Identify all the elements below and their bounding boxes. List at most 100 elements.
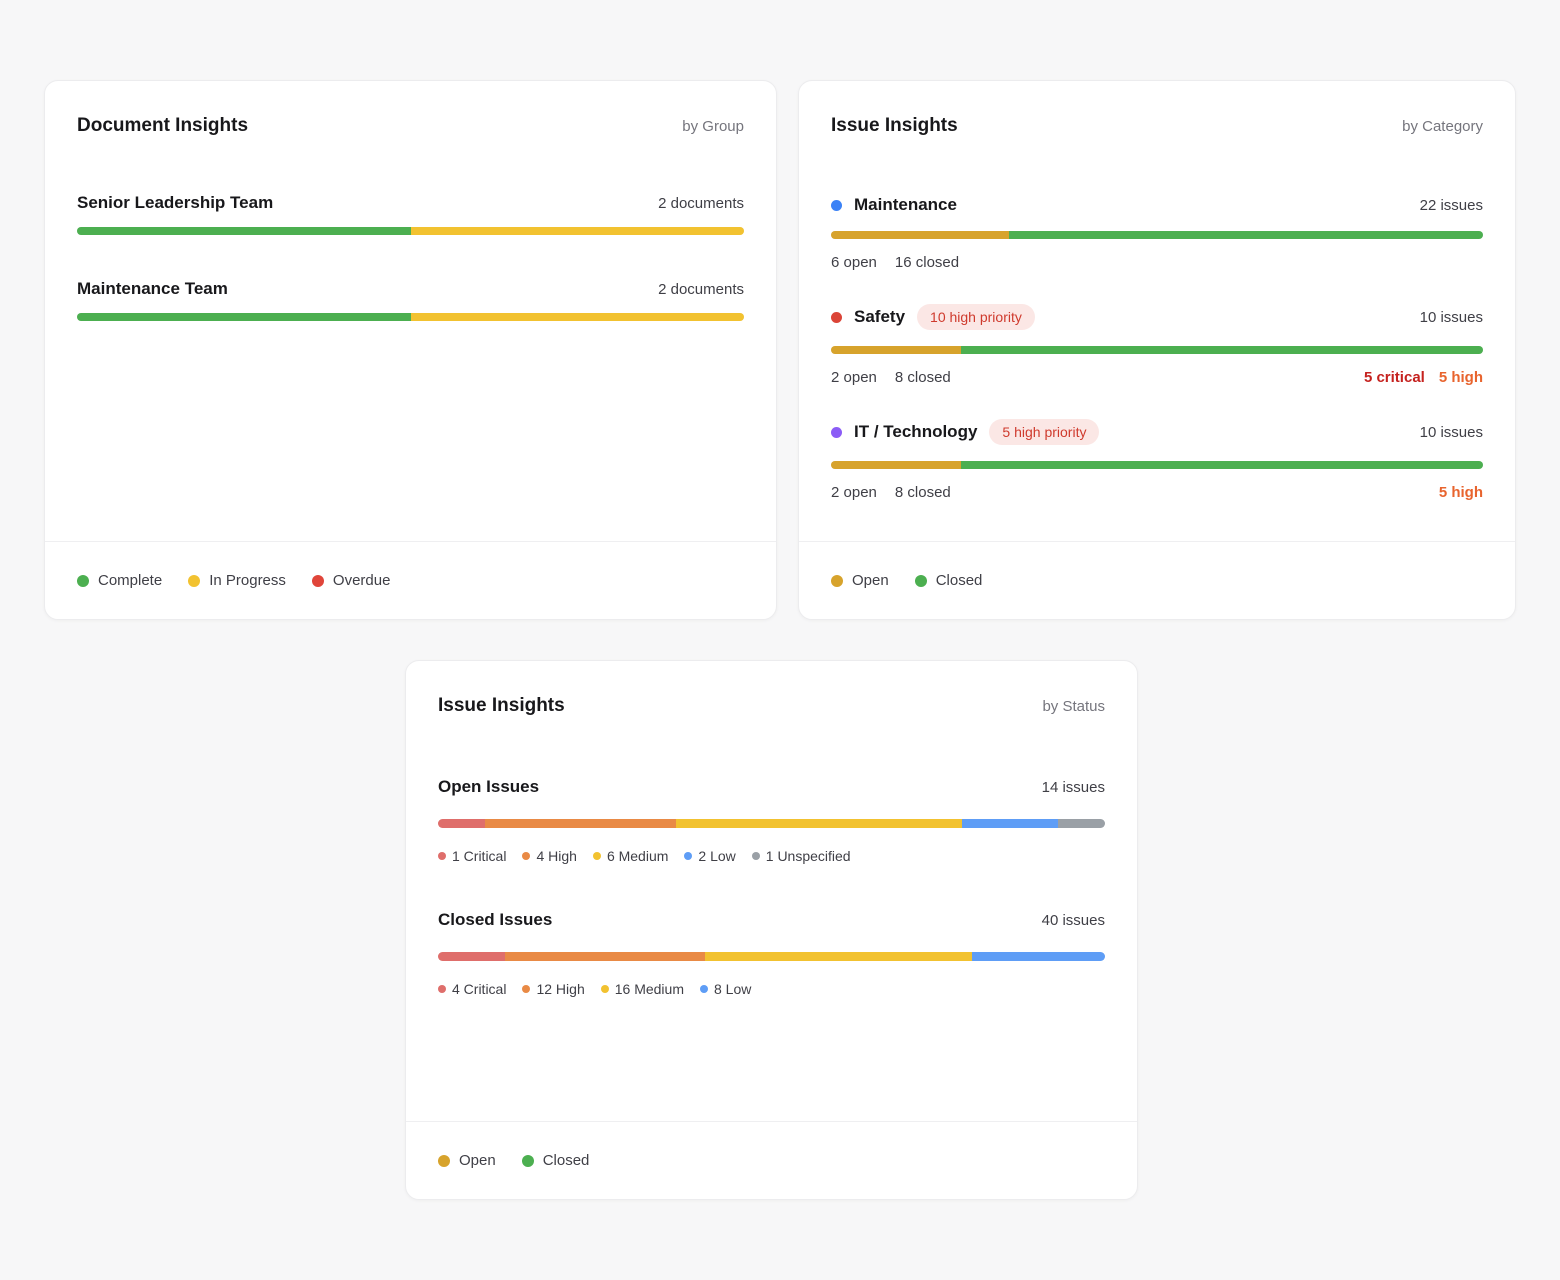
card-subtitle: by Group — [682, 118, 744, 135]
category-dot-icon — [831, 427, 842, 438]
issue-count: 40 issues — [1042, 912, 1105, 929]
legend-label: Complete — [98, 572, 162, 589]
issue-status-bar — [831, 231, 1483, 239]
high-priority-badge: 10 high priority — [917, 304, 1035, 330]
legend-item: Open — [438, 1152, 496, 1169]
legend-item: Closed — [915, 572, 983, 589]
document-progress-bar — [77, 313, 744, 321]
row-header: Open Issues 14 issues — [438, 777, 1105, 797]
issue-count: 10 issues — [1420, 424, 1483, 441]
card-content: Maintenance 22 issues 6 open 16 closed S… — [799, 137, 1515, 541]
bar-segment — [1009, 231, 1483, 239]
row-stats: 2 open 8 closed 5 critical 5 high — [831, 367, 1483, 387]
document-count: 2 documents — [658, 195, 744, 212]
section-title: Open Issues — [438, 777, 539, 797]
severity-stats: 5 high — [1439, 484, 1483, 501]
group-name: Senior Leadership Team — [77, 193, 273, 213]
high-dot-icon — [522, 985, 530, 993]
legend-label: 12 High — [536, 981, 584, 997]
legend-item: 12 High — [522, 981, 584, 997]
legend-label: 4 Critical — [452, 981, 506, 997]
bar-segment — [961, 461, 1483, 469]
closed-dot-icon — [522, 1155, 534, 1167]
bar-segment — [962, 819, 1057, 828]
open-count: 2 open — [831, 484, 877, 501]
closed-issues-section: Closed Issues 40 issues 4 Critical 12 Hi… — [438, 910, 1105, 997]
issue-status-bar — [831, 346, 1483, 354]
legend-label: 1 Unspecified — [766, 848, 851, 864]
issue-insights-category-card: Issue Insights by Category Maintenance 2… — [798, 80, 1516, 620]
group-name: Maintenance Team — [77, 279, 228, 299]
bar-segment — [831, 231, 1009, 239]
legend-label: Closed — [543, 1152, 590, 1169]
high-count: 5 high — [1439, 484, 1483, 501]
bar-segment — [705, 952, 972, 961]
bar-segment — [505, 952, 705, 961]
legend-item: In Progress — [188, 572, 286, 589]
row-header: Closed Issues 40 issues — [438, 910, 1105, 930]
document-progress-bar — [77, 227, 744, 235]
document-count: 2 documents — [658, 281, 744, 298]
bar-segment — [411, 313, 745, 321]
document-group-row: Senior Leadership Team 2 documents — [77, 193, 744, 235]
card-title: Issue Insights — [831, 115, 958, 137]
closed-dot-icon — [915, 575, 927, 587]
open-count: 6 open — [831, 254, 877, 271]
open-issues-section: Open Issues 14 issues 1 Critical 4 High … — [438, 777, 1105, 864]
bar-segment — [485, 819, 676, 828]
category-row: IT / Technology 5 high priority 10 issue… — [831, 419, 1483, 502]
card-subtitle: by Status — [1042, 698, 1105, 715]
card-title: Document Insights — [77, 115, 248, 137]
bar-segment — [1058, 819, 1105, 828]
unspecified-dot-icon — [752, 852, 760, 860]
issue-count: 10 issues — [1420, 309, 1483, 326]
open-dot-icon — [438, 1155, 450, 1167]
open-count: 2 open — [831, 369, 877, 386]
overdue-dot-icon — [312, 575, 324, 587]
legend-item: Complete — [77, 572, 162, 589]
low-dot-icon — [700, 985, 708, 993]
closed-count: 16 closed — [895, 254, 959, 271]
card-legend: Open Closed — [406, 1121, 1137, 1199]
card-subtitle: by Category — [1402, 118, 1483, 135]
low-dot-icon — [684, 852, 692, 860]
legend-item: 8 Low — [700, 981, 751, 997]
legend-label: Overdue — [333, 572, 391, 589]
legend-item: 1 Critical — [438, 848, 506, 864]
legend-label: 16 Medium — [615, 981, 684, 997]
legend-label: Closed — [936, 572, 983, 589]
medium-dot-icon — [601, 985, 609, 993]
severity-legend: 4 Critical 12 High 16 Medium 8 Low — [438, 981, 1105, 997]
complete-dot-icon — [77, 575, 89, 587]
card-header: Issue Insights by Category — [799, 81, 1515, 137]
issue-status-bar — [831, 461, 1483, 469]
document-group-row: Maintenance Team 2 documents — [77, 279, 744, 321]
legend-label: In Progress — [209, 572, 286, 589]
card-header: Document Insights by Group — [45, 81, 776, 137]
in-progress-dot-icon — [188, 575, 200, 587]
critical-count: 5 critical — [1364, 369, 1425, 386]
bar-segment — [972, 952, 1105, 961]
category-dot-icon — [831, 312, 842, 323]
severity-stats: 5 critical 5 high — [1364, 369, 1483, 386]
legend-item: Closed — [522, 1152, 590, 1169]
card-title: Issue Insights — [438, 695, 565, 717]
issue-insights-status-card: Issue Insights by Status Open Issues 14 … — [405, 660, 1138, 1200]
category-name: IT / Technology — [854, 422, 977, 442]
bar-segment — [831, 461, 961, 469]
issue-count: 14 issues — [1042, 779, 1105, 796]
section-title: Closed Issues — [438, 910, 552, 930]
row-header: Maintenance 22 issues — [831, 195, 1483, 215]
bar-segment — [411, 227, 745, 235]
legend-label: 6 Medium — [607, 848, 668, 864]
legend-label: 1 Critical — [452, 848, 506, 864]
critical-dot-icon — [438, 852, 446, 860]
bar-segment — [77, 313, 411, 321]
legend-label: 2 Low — [698, 848, 735, 864]
category-dot-icon — [831, 200, 842, 211]
severity-stacked-bar — [438, 952, 1105, 961]
legend-item: 6 Medium — [593, 848, 668, 864]
medium-dot-icon — [593, 852, 601, 860]
category-name: Maintenance — [854, 195, 957, 215]
row-header: Senior Leadership Team 2 documents — [77, 193, 744, 213]
